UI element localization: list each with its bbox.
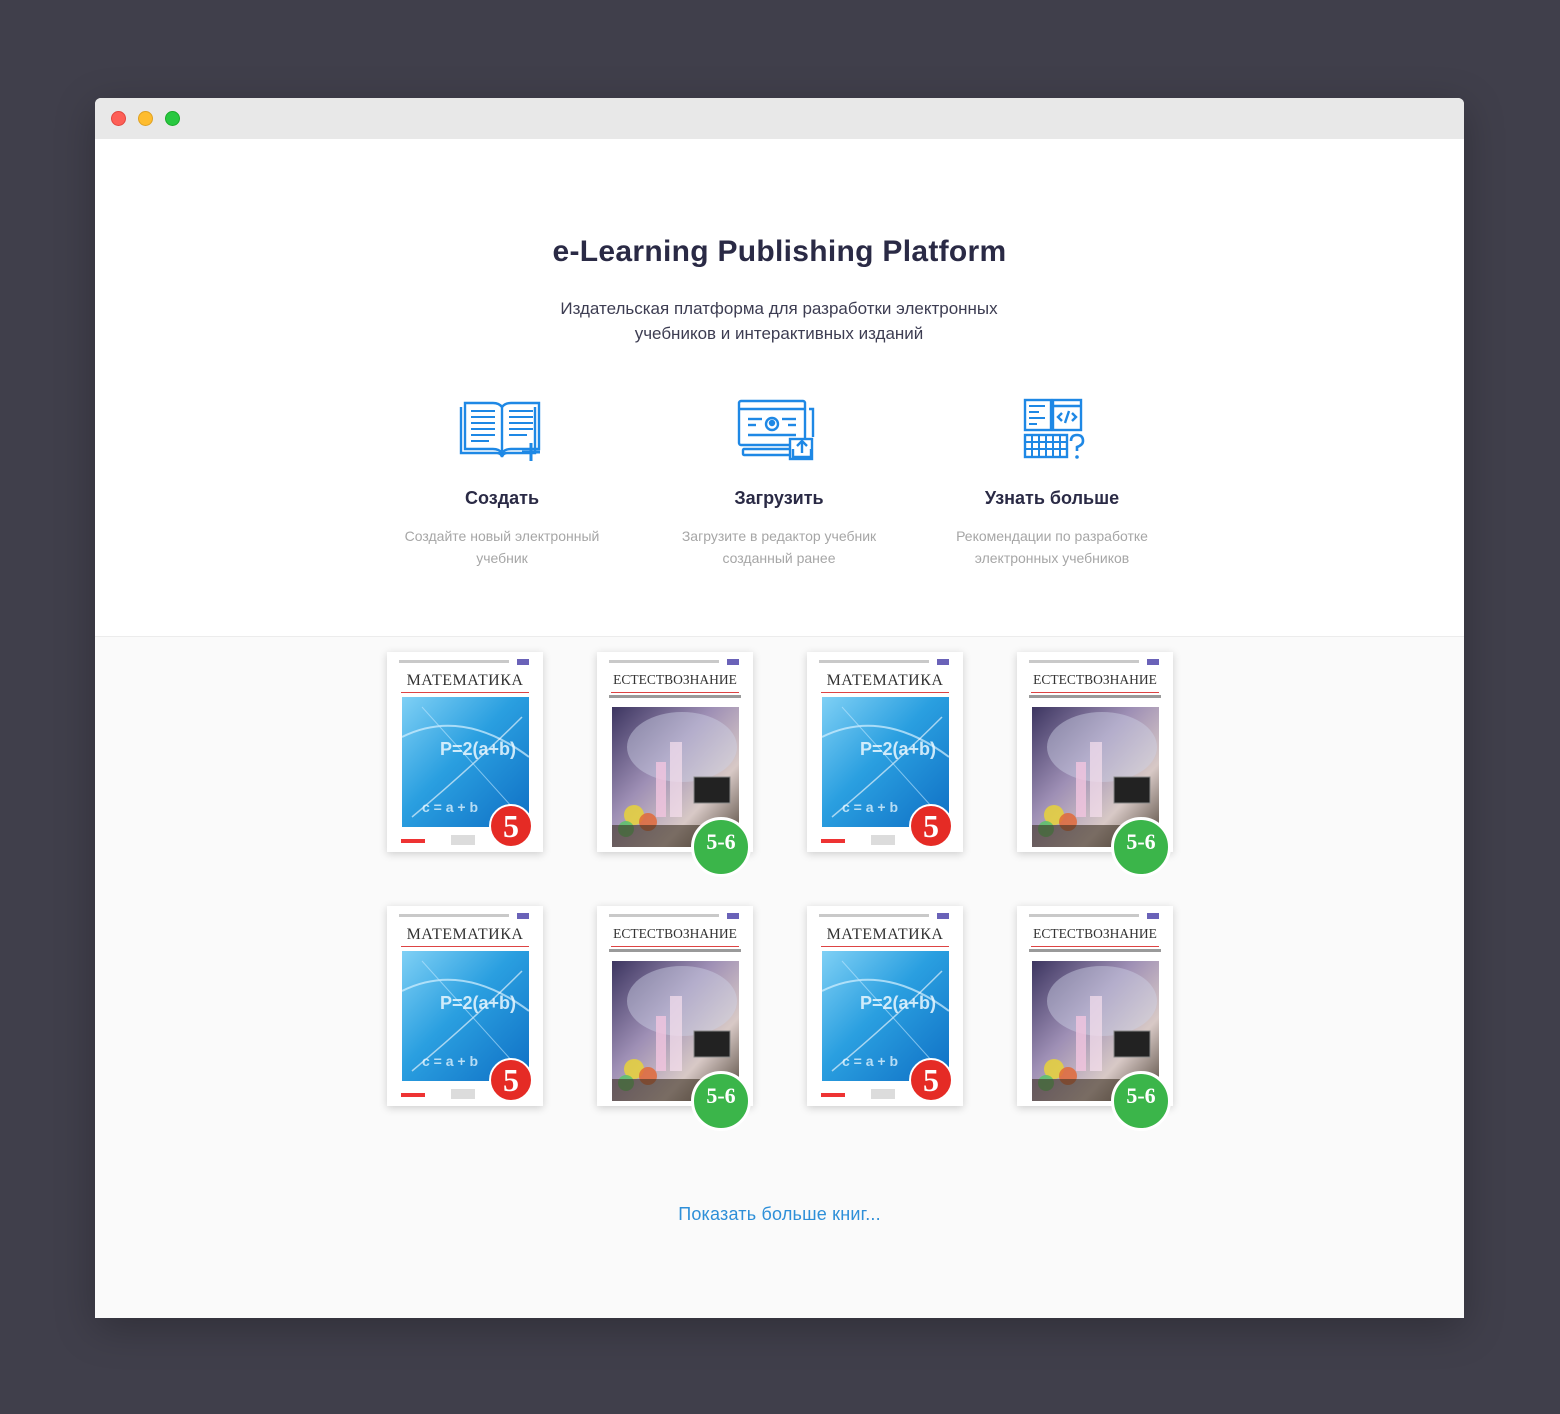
publisher-mark (821, 1093, 845, 1097)
book-title: МАТЕМАТИКА (826, 926, 944, 943)
title-rule (611, 692, 739, 693)
svg-text:P=2(a+b): P=2(a+b) (860, 739, 936, 759)
title-rule (611, 946, 739, 947)
svg-text:c = a + b: c = a + b (422, 1053, 478, 1069)
book-title: ЕСТЕСТВОЗНАНИЕ (1033, 672, 1157, 687)
publisher-logo (517, 913, 529, 919)
publisher-emblem (871, 1089, 895, 1099)
publisher-mark (821, 839, 845, 843)
grade-badge: 5-6 (691, 817, 751, 877)
grade-badge: 5 (909, 804, 953, 848)
svg-text:c = a + b: c = a + b (842, 799, 898, 815)
book-card[interactable]: ЕСТЕСТВОЗНАНИЕ 5-6 (597, 652, 753, 877)
title-rule (1031, 946, 1159, 947)
publisher-emblem (451, 835, 475, 845)
book-title: МАТЕМАТИКА (826, 672, 944, 689)
book-library: МАТЕМАТИКА P=2(a+b) c = a + b 5 ЕСТЕСТВОЗНАН… (95, 637, 1464, 1318)
svg-text:P=2(a+b): P=2(a+b) (440, 993, 516, 1013)
code-keyboard-question-icon (1023, 398, 1085, 459)
grade-badge: 5-6 (1111, 817, 1171, 877)
grade-badge: 5 (909, 1058, 953, 1102)
title-rule (821, 946, 949, 947)
book-title: ЕСТЕСТВОЗНАНИЕ (613, 672, 737, 687)
book-title: ЕСТЕСТВОЗНАНИЕ (613, 926, 737, 941)
publisher-emblem (451, 1089, 475, 1099)
book-authors-line (399, 914, 509, 917)
feature-desc: Создайте новый электронный учебник (404, 528, 600, 566)
minimize-window-button[interactable] (138, 111, 153, 126)
title-rule (821, 692, 949, 693)
close-window-button[interactable] (111, 111, 126, 126)
publisher-logo (937, 659, 949, 665)
grade-badge: 5-6 (691, 1071, 751, 1131)
book-authors-line (609, 660, 719, 663)
feature-learn-more[interactable]: Узнать больше Рекомендации по разработке… (932, 397, 1172, 569)
book-authors-line (1029, 914, 1139, 917)
svg-text:P=2(a+b): P=2(a+b) (440, 739, 516, 759)
book-card[interactable]: МАТЕМАТИКА P=2(a+b) c = a + b 5 (387, 906, 543, 1106)
publisher-logo (1147, 659, 1159, 665)
publisher-emblem (871, 835, 895, 845)
publisher-logo (937, 913, 949, 919)
book-card[interactable]: ЕСТЕСТВОЗНАНИЕ 5-6 (597, 906, 753, 1131)
browser-window: e-Learning Publishing Platform Издательс… (95, 98, 1464, 1318)
book-authors-line (819, 914, 929, 917)
book-subtitle-line (1029, 949, 1161, 952)
publisher-logo (727, 913, 739, 919)
title-rule (401, 946, 529, 947)
browser-upload-icon (737, 399, 815, 461)
book-subtitle-line (609, 695, 741, 698)
book-title: МАТЕМАТИКА (406, 926, 524, 943)
hero-section: e-Learning Publishing Platform Издательс… (95, 139, 1464, 637)
book-card[interactable]: МАТЕМАТИКА P=2(a+b) c = a + b 5 (387, 652, 543, 852)
book-card[interactable]: ЕСТЕСТВОЗНАНИЕ 5-6 (1017, 906, 1173, 1131)
publisher-mark (401, 839, 425, 843)
book-card[interactable]: ЕСТЕСТВОЗНАНИЕ 5-6 (1017, 652, 1173, 877)
feature-create[interactable]: Создать Создайте новый электронный учебн… (382, 397, 622, 569)
book-title: МАТЕМАТИКА (406, 672, 524, 689)
svg-text:c = a + b: c = a + b (422, 799, 478, 815)
feature-desc: Рекомендации по разработке электронных у… (956, 528, 1148, 566)
feature-title: Создать (464, 488, 540, 508)
page-subtitle: Издательская платформа для разработки эл… (560, 299, 998, 343)
feature-desc: Загрузите в редактор учебник созданный р… (681, 528, 877, 566)
svg-text:P=2(a+b): P=2(a+b) (860, 993, 936, 1013)
maximize-window-button[interactable] (165, 111, 180, 126)
svg-text:c = a + b: c = a + b (842, 1053, 898, 1069)
feature-title: Загрузить (734, 488, 824, 508)
feature-title: Узнать больше (984, 488, 1120, 508)
grade-badge: 5-6 (1111, 1071, 1171, 1131)
publisher-logo (517, 659, 529, 665)
page-title: e-Learning Publishing Platform (552, 235, 1007, 268)
title-rule (1031, 692, 1159, 693)
grade-badge: 5 (489, 804, 533, 848)
grade-badge: 5 (489, 1058, 533, 1102)
publisher-logo (1147, 913, 1159, 919)
window-titlebar (95, 98, 1464, 139)
book-authors-line (609, 914, 719, 917)
book-subtitle-line (609, 949, 741, 952)
book-title: ЕСТЕСТВОЗНАНИЕ (1033, 926, 1157, 941)
book-authors-line (1029, 660, 1139, 663)
book-authors-line (819, 660, 929, 663)
feature-upload[interactable]: Загрузить Загрузите в редактор учебник с… (659, 397, 899, 569)
book-subtitle-line (1029, 695, 1161, 698)
book-card[interactable]: МАТЕМАТИКА P=2(a+b) c = a + b 5 (807, 652, 963, 852)
open-book-plus-icon (459, 401, 541, 461)
book-card[interactable]: МАТЕМАТИКА P=2(a+b) c = a + b 5 (807, 906, 963, 1106)
publisher-logo (727, 659, 739, 665)
title-rule (401, 692, 529, 693)
publisher-mark (401, 1093, 425, 1097)
show-more-link[interactable]: Показать больше книг... (95, 1204, 1464, 1225)
book-authors-line (399, 660, 509, 663)
